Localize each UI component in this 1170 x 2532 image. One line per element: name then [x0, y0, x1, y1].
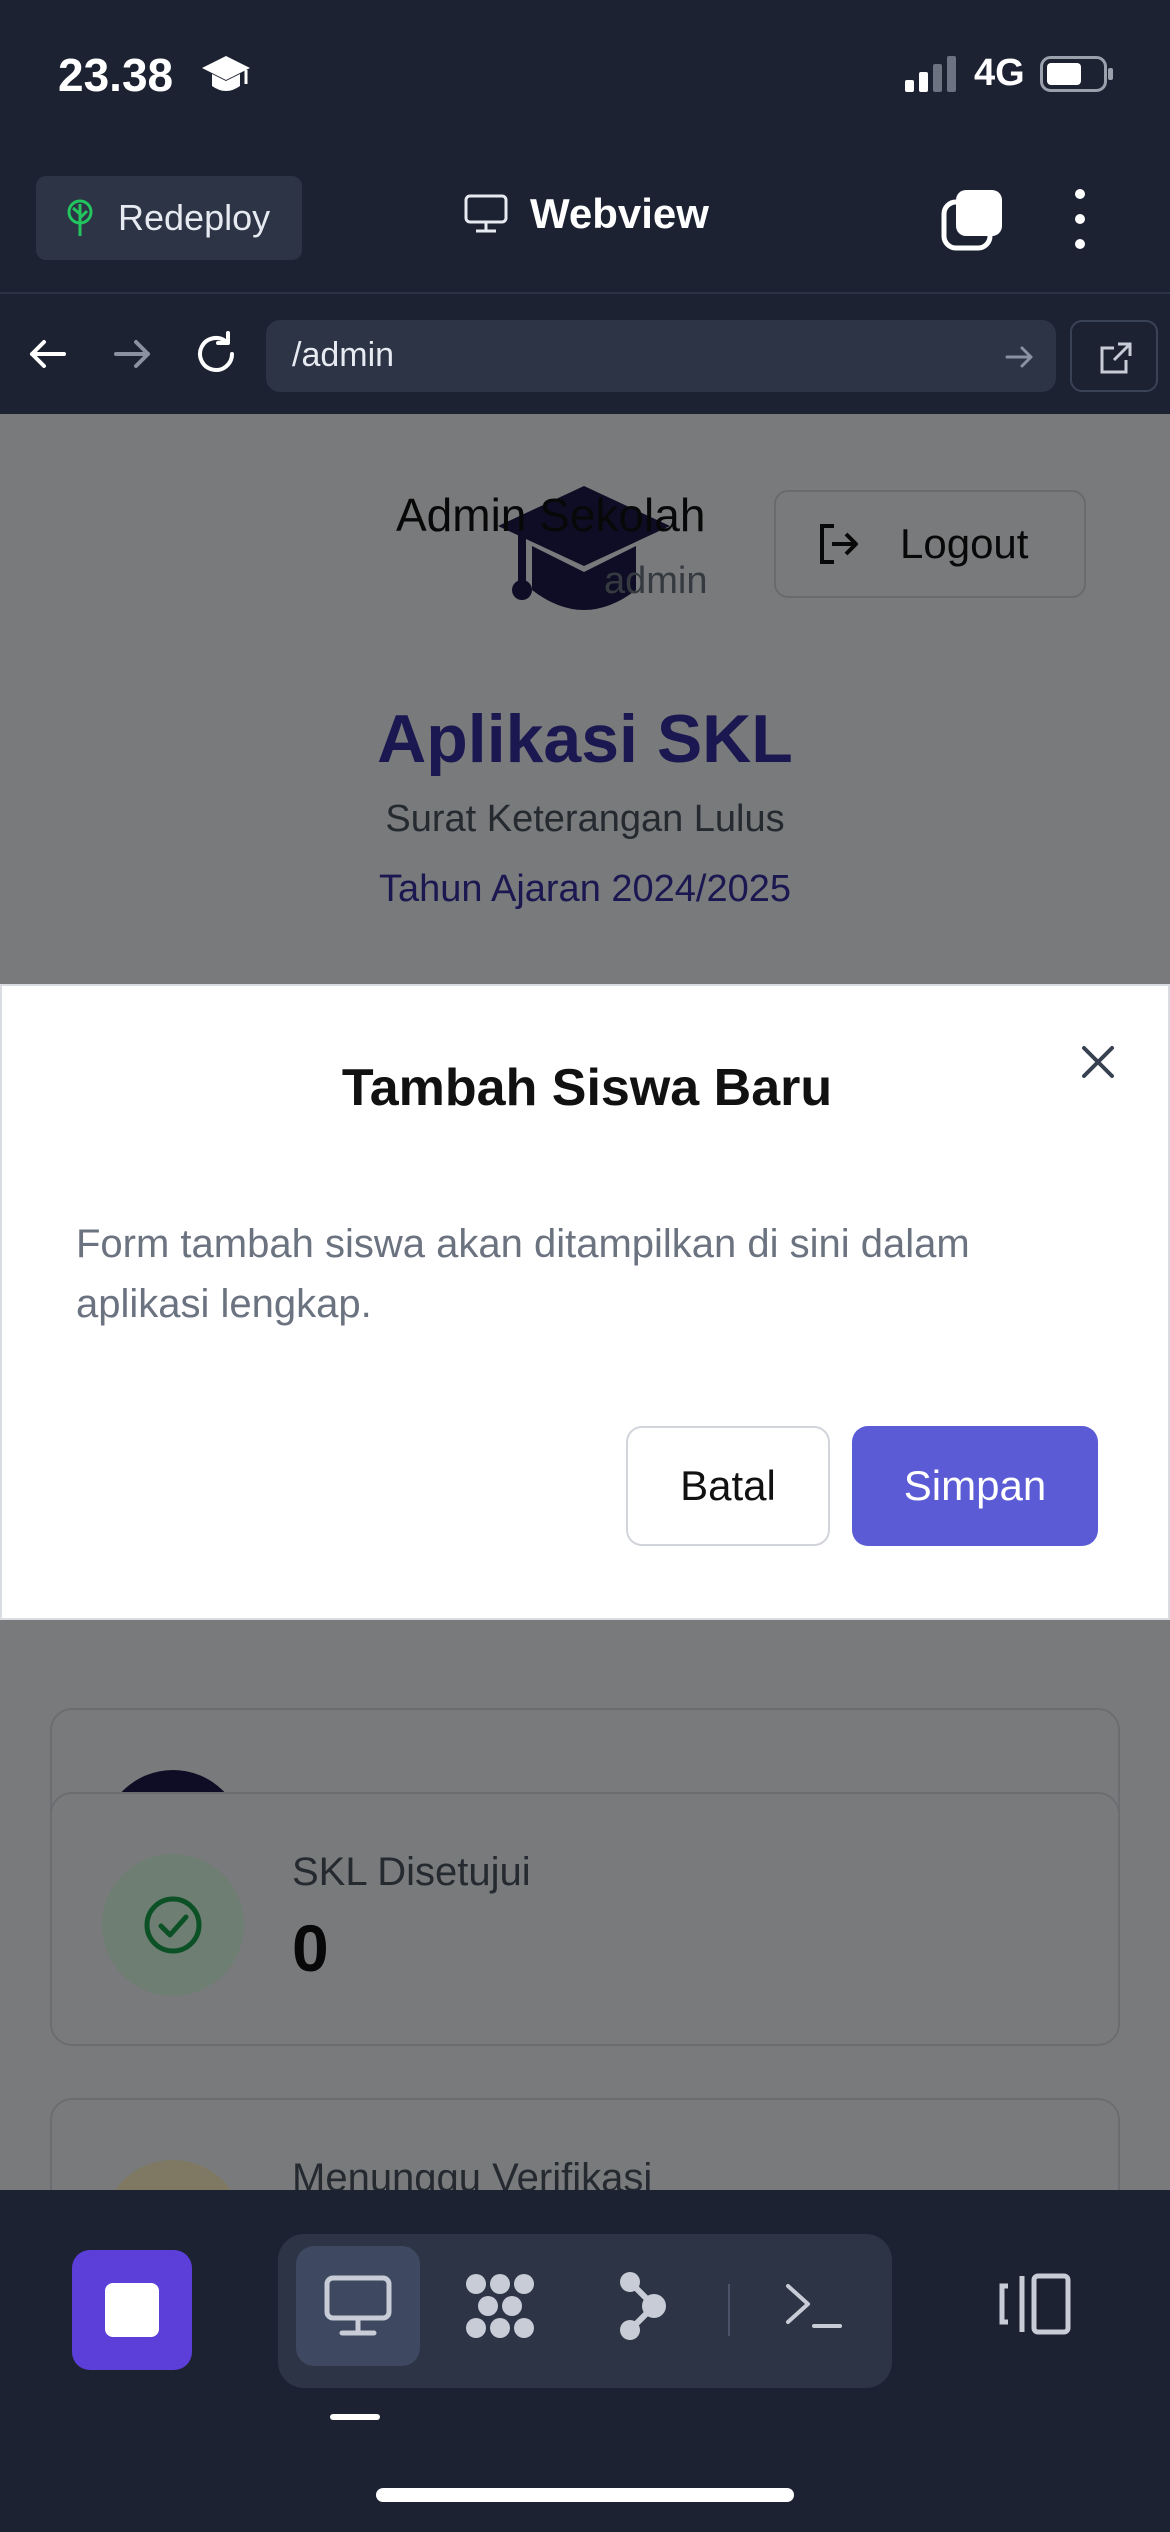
bottom-toolbar — [0, 2190, 1170, 2532]
active-tab-indicator — [330, 2414, 380, 2420]
modal-title: Tambah Siswa Baru — [341, 1059, 833, 1117]
components-tool-button[interactable] — [438, 2246, 562, 2366]
status-time: 23.38 — [58, 49, 174, 101]
back-arrow-icon[interactable] — [24, 330, 72, 378]
browser-nav-bar: /admin — [0, 296, 1170, 414]
components-icon — [466, 2274, 534, 2338]
graph-icon — [620, 2272, 666, 2340]
toolbar-divider — [728, 2284, 730, 2336]
stop-icon — [105, 2283, 159, 2337]
terminal-icon — [786, 2284, 842, 2328]
network-type: 4G — [974, 52, 1025, 94]
header-title: Webview — [464, 190, 709, 238]
status-bar: 23.38 4G — [0, 0, 1170, 160]
signal-icon — [905, 56, 956, 92]
app-header: Redeploy Webview — [0, 160, 1170, 294]
webview-tool-button[interactable] — [296, 2246, 420, 2366]
url-field[interactable]: /admin — [266, 320, 1056, 392]
cancel-button[interactable]: Batal — [626, 1426, 830, 1546]
tabs-icon[interactable] — [940, 188, 1004, 252]
terminal-tool-button[interactable] — [752, 2246, 876, 2366]
stop-button[interactable] — [72, 2250, 192, 2370]
redeploy-button[interactable]: Redeploy — [36, 176, 302, 260]
open-external-button[interactable] — [1070, 320, 1158, 392]
more-vertical-icon[interactable] — [1062, 186, 1098, 252]
modal-body-text: Form tambah siswa akan ditampilkan di si… — [76, 1222, 970, 1326]
url-text: /admin — [292, 336, 395, 374]
close-icon[interactable] — [1078, 1042, 1118, 1082]
reload-icon[interactable] — [192, 330, 240, 378]
external-link-icon — [1100, 342, 1132, 374]
monitor-icon — [464, 194, 508, 233]
go-arrow-icon[interactable] — [1004, 342, 1034, 372]
header-title-text: Webview — [530, 190, 709, 237]
redeploy-label: Redeploy — [118, 197, 271, 238]
panel-toggle-icon[interactable] — [996, 2272, 1072, 2336]
graduation-cap-icon — [202, 56, 250, 91]
save-button[interactable]: Simpan — [852, 1426, 1098, 1546]
tool-group — [278, 2234, 892, 2388]
graph-tool-button[interactable] — [580, 2246, 704, 2366]
tree-icon — [67, 199, 93, 236]
webview-monitor-icon — [324, 2275, 392, 2336]
home-indicator[interactable] — [376, 2488, 794, 2502]
forward-arrow-icon[interactable] — [108, 330, 156, 378]
add-student-modal: Tambah Siswa Baru Form tambah siswa akan… — [0, 984, 1170, 1620]
battery-icon — [1040, 56, 1113, 92]
